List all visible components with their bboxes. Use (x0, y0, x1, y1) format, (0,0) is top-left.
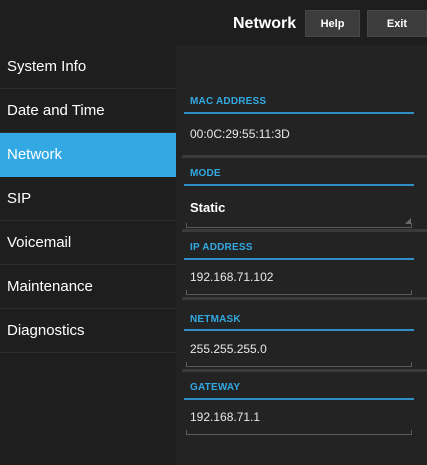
gateway-underline (186, 430, 412, 435)
mode-divider (184, 184, 414, 186)
mac-address-divider (184, 112, 414, 114)
ip-address-label: IP ADDRESS (190, 242, 253, 253)
sidebar-item-maintenance[interactable]: Maintenance (0, 265, 176, 309)
gateway-divider (184, 398, 414, 400)
mode-select-underline (186, 223, 412, 228)
page-title: Network (233, 15, 297, 32)
section-separator (182, 229, 427, 232)
section-separator (182, 297, 427, 300)
ip-address-divider (184, 258, 414, 260)
netmask-divider (184, 329, 414, 331)
ip-address-underline (186, 290, 412, 295)
top-bar: Network Help Exit (0, 0, 427, 45)
mode-select[interactable]: Static (190, 200, 225, 215)
exit-button[interactable]: Exit (367, 10, 427, 37)
gateway-field[interactable]: 192.168.71.1 (190, 410, 260, 424)
sidebar-item-diagnostics[interactable]: Diagnostics (0, 309, 176, 353)
dropdown-arrow-icon[interactable] (405, 218, 411, 224)
sidebar-item-date-and-time[interactable]: Date and Time (0, 89, 176, 133)
sidebar-item-voicemail[interactable]: Voicemail (0, 221, 176, 265)
sidebar-item-sip[interactable]: SIP (0, 177, 176, 221)
sidebar-item-network[interactable]: Network (0, 133, 176, 177)
network-settings-panel (176, 45, 427, 465)
netmask-underline (186, 362, 412, 367)
netmask-field[interactable]: 255.255.255.0 (190, 342, 267, 356)
mac-address-label: MAC ADDRESS (190, 96, 267, 107)
mode-label: MODE (190, 168, 221, 179)
sidebar-item-system-info[interactable]: System Info (0, 45, 176, 89)
section-separator (182, 155, 427, 158)
section-separator (182, 369, 427, 372)
netmask-label: NETMASK (190, 314, 241, 325)
sidebar: System Info Date and Time Network SIP Vo… (0, 45, 176, 465)
ip-address-field[interactable]: 192.168.71.102 (190, 270, 273, 284)
gateway-label: GATEWAY (190, 382, 241, 393)
help-button[interactable]: Help (305, 10, 360, 37)
mac-address-value: 00:0C:29:55:11:3D (190, 127, 290, 141)
